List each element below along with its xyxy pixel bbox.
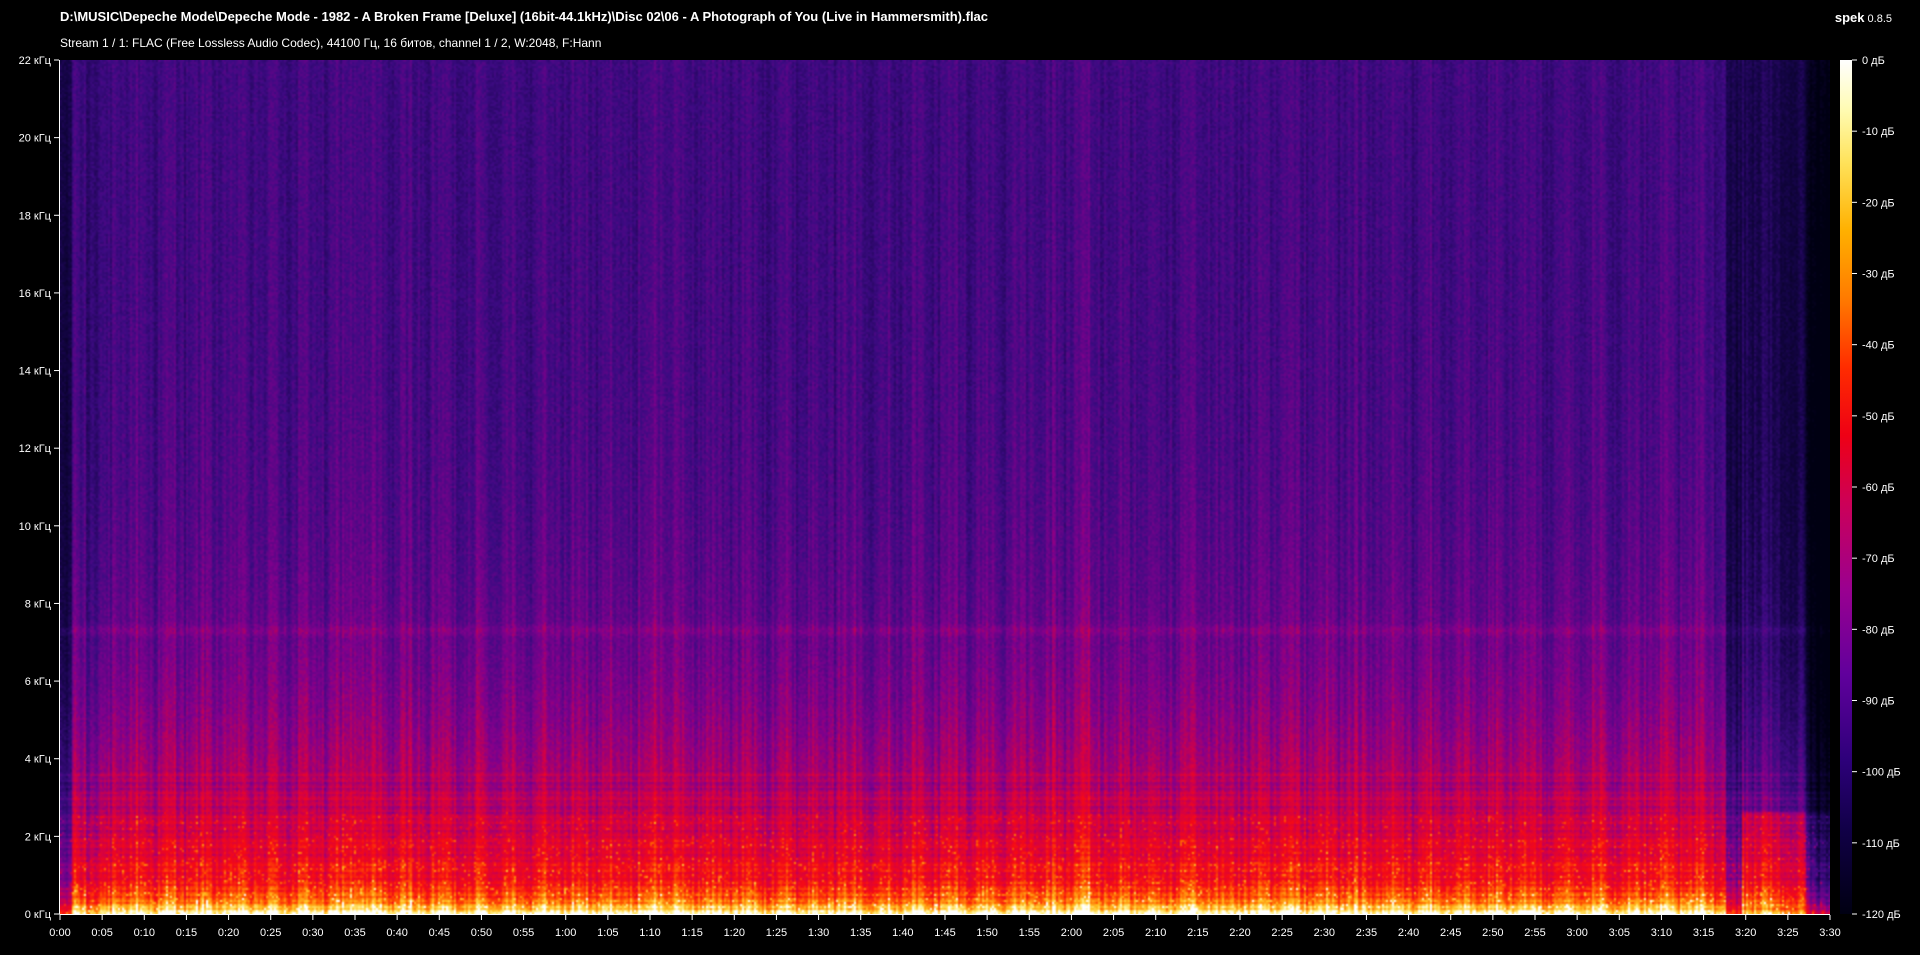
spek-window: D:\MUSIC\Depeche Mode\Depeche Mode - 198…: [0, 0, 1920, 955]
x-tick-label: 0:55: [513, 927, 534, 939]
colorbar-tick-label: -100 дБ: [1862, 767, 1901, 779]
x-tick-label: 0:40: [386, 927, 407, 939]
x-tick-label: 2:00: [1061, 927, 1082, 939]
x-tick-label: 0:50: [471, 927, 492, 939]
file-path-title: D:\MUSIC\Depeche Mode\Depeche Mode - 198…: [60, 9, 989, 24]
x-tick-label: 0:25: [260, 927, 281, 939]
app-version: 0.8.5: [1867, 13, 1892, 25]
x-tick-label: 2:15: [1187, 927, 1208, 939]
colorbar-tick-label: -30 дБ: [1862, 269, 1895, 281]
x-tick-label: 1:20: [724, 927, 745, 939]
colorbar-axis: 0 дБ -10 дБ -20 дБ -30 дБ -40 дБ -50 дБ -60 дБ…: [1852, 55, 1901, 921]
colorbar-tick-label: -110 дБ: [1862, 838, 1900, 850]
x-tick-label: 1:55: [1019, 927, 1040, 939]
x-tick-label: 1:40: [892, 927, 913, 939]
x-tick-label: 2:05: [1103, 927, 1124, 939]
x-tick-label: 2:45: [1440, 927, 1461, 939]
x-tick-label: 0:35: [344, 927, 365, 939]
frequency-axis: 0 кГц 2 кГц 4 кГц 6 кГц 8 кГц 10 кГц 12 кГц 14 …: [19, 55, 60, 921]
x-tick-label: 1:30: [808, 927, 829, 939]
x-tick-label: 0:00: [49, 927, 70, 939]
y-tick-label: 10 кГц: [19, 521, 52, 533]
x-tick-label: 3:10: [1651, 927, 1672, 939]
x-tick-label: 3:30: [1819, 927, 1840, 939]
x-tick-label: 0:15: [176, 927, 197, 939]
y-tick-label: 8 кГц: [25, 598, 52, 610]
x-tick-label: 2:35: [1356, 927, 1377, 939]
y-tick-label: 14 кГц: [19, 366, 52, 378]
colorbar-tick-label: -60 дБ: [1862, 482, 1895, 494]
x-tick-label: 0:45: [429, 927, 450, 939]
spectrogram-plot: [60, 60, 1830, 914]
x-tick-label: 3:00: [1566, 927, 1587, 939]
y-tick-label: 20 кГц: [19, 133, 52, 145]
x-tick-label: 2:40: [1398, 927, 1419, 939]
db-colorbar: [1840, 60, 1852, 914]
x-tick-label: 0:30: [302, 927, 323, 939]
colorbar-tick-label: -10 дБ: [1862, 126, 1895, 138]
x-tick-label: 0:05: [91, 927, 112, 939]
x-tick-label: 1:15: [681, 927, 702, 939]
x-tick-label: 1:50: [976, 927, 997, 939]
x-tick-label: 3:05: [1609, 927, 1630, 939]
y-tick-label: 18 кГц: [19, 210, 52, 222]
y-tick-label: 12 кГц: [19, 443, 52, 455]
x-tick-label: 2:55: [1524, 927, 1545, 939]
x-tick-label: 2:30: [1314, 927, 1335, 939]
x-tick-label: 2:10: [1145, 927, 1166, 939]
x-tick-label: 1:45: [934, 927, 955, 939]
colorbar-tick-label: -90 дБ: [1862, 696, 1895, 708]
x-tick-label: 1:05: [597, 927, 618, 939]
app-name: spek: [1834, 10, 1865, 25]
colorbar-tick-label: -80 дБ: [1862, 624, 1895, 636]
colorbar-tick-label: 0 дБ: [1862, 55, 1885, 67]
y-tick-label: 16 кГц: [19, 288, 52, 300]
x-tick-label: 0:20: [218, 927, 239, 939]
x-tick-label: 3:25: [1777, 927, 1798, 939]
y-tick-label: 0 кГц: [25, 909, 52, 921]
app-name-label: spek 0.8.5: [1835, 10, 1892, 25]
x-tick-label: 1:00: [555, 927, 576, 939]
x-tick-label: 2:20: [1229, 927, 1250, 939]
x-tick-label: 1:10: [639, 927, 660, 939]
colorbar-tick-label: -50 дБ: [1862, 411, 1895, 423]
stream-info: Stream 1 / 1: FLAC (Free Lossless Audio …: [60, 36, 602, 50]
colorbar-tick-label: -40 дБ: [1862, 340, 1895, 352]
y-tick-label: 22 кГц: [19, 55, 52, 67]
time-axis: 0:00 0:05 0:10 0:15 0:20 0:25 0:30 0:35 0:40 0:45…: [49, 914, 1841, 939]
y-tick-label: 6 кГц: [25, 676, 52, 688]
y-tick-label: 4 кГц: [25, 754, 52, 766]
x-tick-label: 2:25: [1271, 927, 1292, 939]
x-tick-label: 2:50: [1482, 927, 1503, 939]
colorbar-tick-label: -120 дБ: [1862, 909, 1901, 921]
y-tick-label: 2 кГц: [25, 831, 52, 843]
colorbar-tick-label: -70 дБ: [1862, 553, 1895, 565]
x-tick-label: 1:35: [850, 927, 871, 939]
x-tick-label: 1:25: [766, 927, 787, 939]
colorbar-tick-label: -20 дБ: [1862, 197, 1895, 209]
x-tick-label: 0:10: [134, 927, 155, 939]
x-tick-label: 3:15: [1693, 927, 1714, 939]
x-tick-label: 3:20: [1735, 927, 1756, 939]
